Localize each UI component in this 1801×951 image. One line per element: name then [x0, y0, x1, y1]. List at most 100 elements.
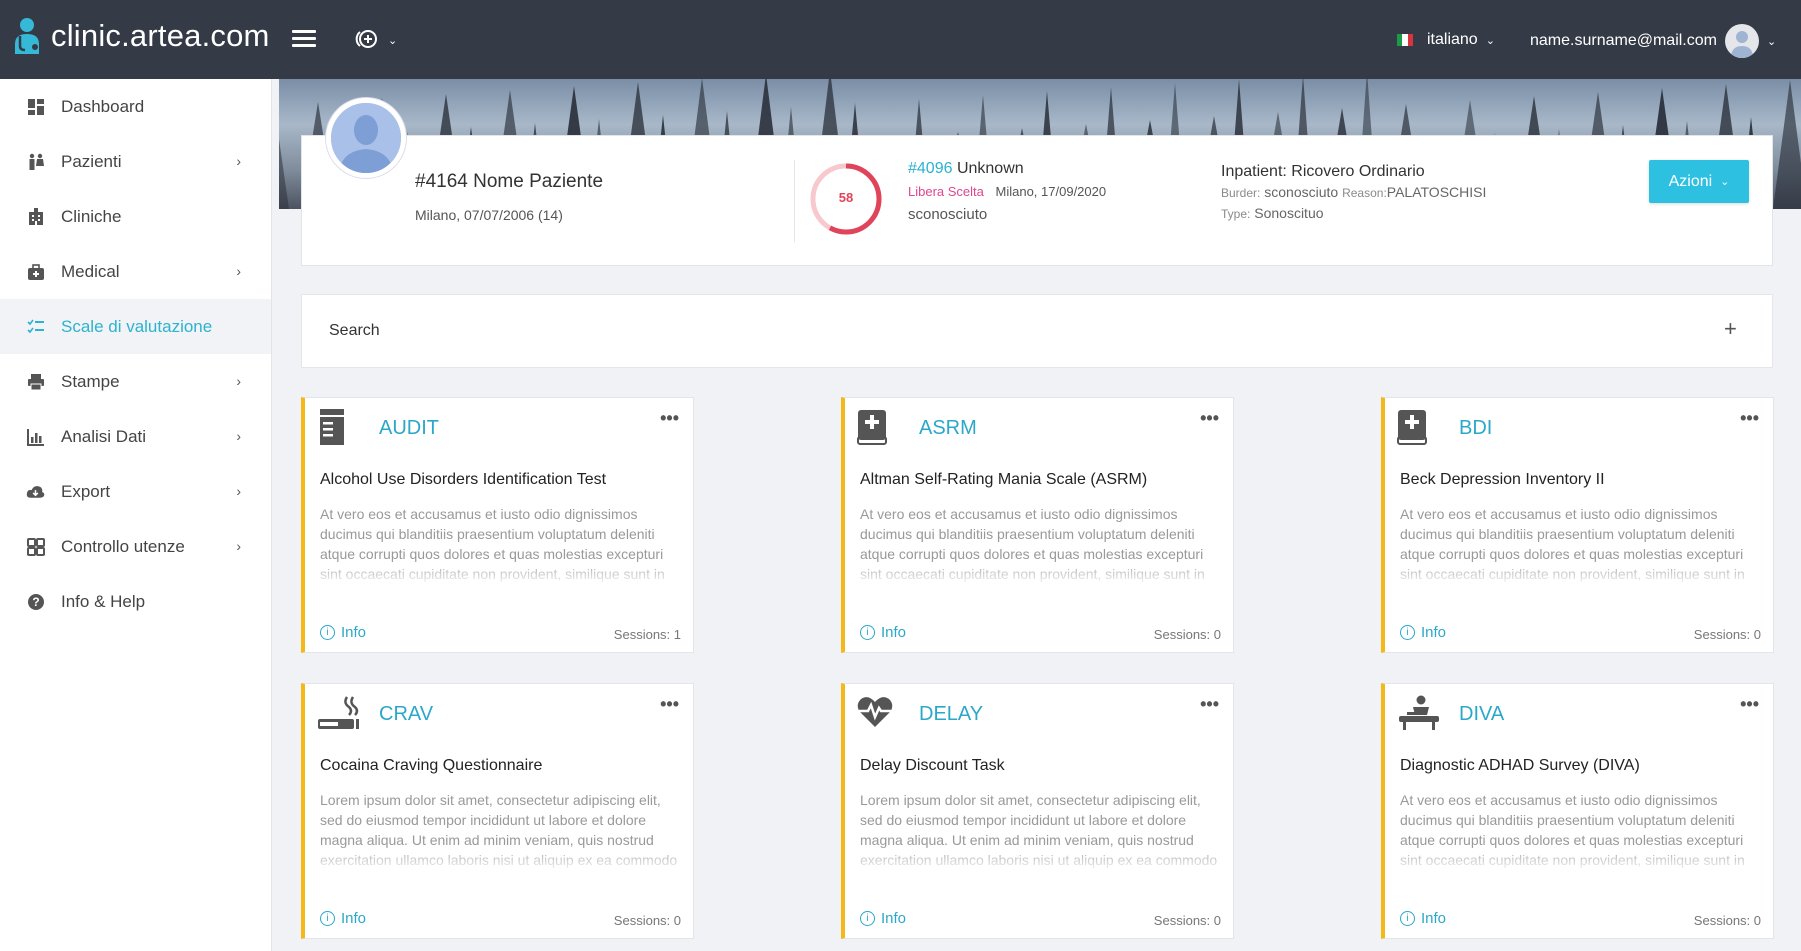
- user-menu[interactable]: name.surname@mail.com ⌄: [1530, 24, 1776, 58]
- book-icon: [317, 409, 347, 445]
- scale-title: Diagnostic ADHAD Survey (DIVA): [1400, 757, 1640, 774]
- scale-description: At vero eos et accusamus et iusto odio d…: [320, 504, 680, 587]
- scale-card-diva[interactable]: DIVA ••• Diagnostic ADHAD Survey (DIVA) At …: [1381, 683, 1774, 939]
- cloud-download-icon: [26, 482, 45, 501]
- grid-icon: [26, 537, 45, 556]
- sidebar-item-controllo-utenze[interactable]: Controllo utenze ›: [0, 519, 271, 574]
- top-bar: clinic.artea.com ⌄ italiano ⌄ name.surna…: [0, 0, 1801, 79]
- info-icon: i: [860, 911, 875, 926]
- sessions-count: Sessions: 1: [613, 627, 681, 642]
- sidebar-item-label: Export: [61, 481, 111, 501]
- scale-code[interactable]: ASRM: [919, 417, 977, 440]
- sessions-count: Sessions: 0: [1693, 627, 1761, 642]
- type-value: Sonoscituo: [1254, 205, 1324, 221]
- info-icon: i: [1400, 625, 1415, 640]
- case-status: sconosciuto: [908, 206, 988, 223]
- sidebar-item-pazienti[interactable]: Pazienti ›: [0, 134, 271, 189]
- sidebar-item-label: Info & Help: [61, 591, 146, 611]
- sidebar-item-label: Stampe: [61, 371, 120, 391]
- tree-silhouette: [1773, 80, 1801, 209]
- scale-card-bdi[interactable]: BDI ••• Beck Depression Inventory II At ver…: [1381, 397, 1774, 653]
- chevron-right-icon: ›: [236, 263, 241, 279]
- case-type: Libera Scelta: [908, 184, 984, 199]
- info-label: Info: [341, 910, 367, 927]
- sidebar-item-analisi-dati[interactable]: Analisi Dati ›: [0, 409, 271, 464]
- actions-button[interactable]: Azioni ⌄: [1649, 160, 1749, 203]
- case-id-link[interactable]: #4096: [908, 160, 953, 177]
- scale-code[interactable]: DELAY: [919, 703, 983, 726]
- chevron-right-icon: ›: [236, 428, 241, 444]
- logo[interactable]: clinic.artea.com: [11, 16, 270, 56]
- inpatient-burder-reason: Burder: sconosciuto Reason:PALATOSCHISI: [1221, 184, 1486, 200]
- checklist-icon: [26, 317, 45, 336]
- more-options-icon[interactable]: •••: [660, 694, 679, 715]
- procedure-icon: [1397, 695, 1439, 731]
- scale-code[interactable]: CRAV: [379, 703, 433, 726]
- scale-card-asrm[interactable]: ASRM ••• Altman Self-Rating Mania Scale (A…: [841, 397, 1234, 653]
- reason-label: Reason:: [1342, 186, 1387, 200]
- info-label: Info: [1421, 910, 1447, 927]
- search-panel[interactable]: [301, 294, 1773, 368]
- heartbeat-icon: [857, 695, 893, 731]
- sidebar-item-cliniche[interactable]: Cliniche: [0, 189, 271, 244]
- scale-card-crav[interactable]: CRAV ••• Cocaina Craving Questionnaire Lore…: [301, 683, 694, 939]
- scale-code[interactable]: AUDIT: [379, 417, 439, 440]
- language-label: italiano: [1427, 31, 1478, 48]
- scale-description: Lorem ipsum dolor sit amet, consectetur …: [320, 790, 680, 873]
- sidebar-item-label: Dashboard: [61, 96, 145, 116]
- scale-description: Lorem ipsum dolor sit amet, consectetur …: [860, 790, 1220, 873]
- info-link[interactable]: i Info: [1400, 910, 1446, 927]
- more-options-icon[interactable]: •••: [660, 408, 679, 429]
- avatar: [1724, 24, 1759, 58]
- info-link[interactable]: i Info: [320, 910, 366, 927]
- info-icon: i: [320, 911, 335, 926]
- more-options-icon[interactable]: •••: [1200, 694, 1219, 715]
- hospital-icon: [26, 207, 45, 226]
- add-menu-button[interactable]: ⌄: [354, 28, 397, 53]
- scale-code[interactable]: BDI: [1459, 417, 1492, 440]
- scale-card-audit[interactable]: AUDIT ••• Alcohol Use Disorders Identifica…: [301, 397, 694, 653]
- scale-title: Alcohol Use Disorders Identification Tes…: [320, 471, 607, 488]
- sidebar-item-label: Pazienti: [61, 151, 122, 171]
- expand-search-icon[interactable]: +: [1724, 318, 1737, 340]
- info-label: Info: [341, 624, 367, 641]
- sidebar-item-stampe[interactable]: Stampe ›: [0, 354, 271, 409]
- more-options-icon[interactable]: •••: [1740, 694, 1759, 715]
- sidebar-item-label: Scale di valutazione: [61, 316, 213, 336]
- sidebar-item-scale-di-valutazione[interactable]: Scale di valutazione: [0, 299, 271, 354]
- scale-card-delay[interactable]: DELAY ••• Delay Discount Task Lorem ipsum d…: [841, 683, 1234, 939]
- patients-icon: [26, 152, 45, 171]
- sidebar-item-info-help[interactable]: ? Info & Help: [0, 574, 271, 629]
- more-options-icon[interactable]: •••: [1740, 408, 1759, 429]
- scale-code[interactable]: DIVA: [1459, 703, 1504, 726]
- type-label: Type:: [1221, 207, 1251, 221]
- chevron-right-icon: ›: [236, 153, 241, 169]
- info-label: Info: [1421, 624, 1447, 641]
- sidebar-item-label: Controllo utenze: [61, 536, 185, 556]
- sidebar-item-medical[interactable]: Medical ›: [0, 244, 271, 299]
- sidebar-item-dashboard[interactable]: Dashboard: [0, 79, 271, 134]
- chevron-right-icon: ›: [236, 373, 241, 389]
- sidebar-item-export[interactable]: Export ›: [0, 464, 271, 519]
- chevron-down-icon: ⌄: [1485, 34, 1495, 47]
- patient-card: [301, 135, 1773, 266]
- chevron-right-icon: ›: [236, 538, 241, 554]
- info-link[interactable]: i Info: [1400, 624, 1446, 641]
- info-link[interactable]: i Info: [860, 910, 906, 927]
- menu-toggle-icon[interactable]: [292, 30, 316, 48]
- scale-description: At vero eos et accusamus et iusto odio d…: [860, 504, 1220, 587]
- svg-text:?: ?: [32, 595, 39, 609]
- language-selector[interactable]: italiano ⌄: [1397, 31, 1495, 49]
- smoking-icon: [317, 695, 359, 731]
- info-link[interactable]: i Info: [320, 624, 366, 641]
- scale-title: Altman Self-Rating Mania Scale (ASRM): [860, 471, 1148, 488]
- help-icon: ?: [26, 592, 45, 611]
- divider: [794, 160, 795, 242]
- info-link[interactable]: i Info: [860, 624, 906, 641]
- burder-value: sconosciuto: [1264, 184, 1339, 200]
- more-options-icon[interactable]: •••: [1200, 408, 1219, 429]
- search-label: Search: [329, 322, 380, 339]
- case-name: Unknown: [956, 160, 1024, 177]
- info-label: Info: [881, 910, 907, 927]
- chevron-down-icon: ⌄: [1766, 35, 1777, 48]
